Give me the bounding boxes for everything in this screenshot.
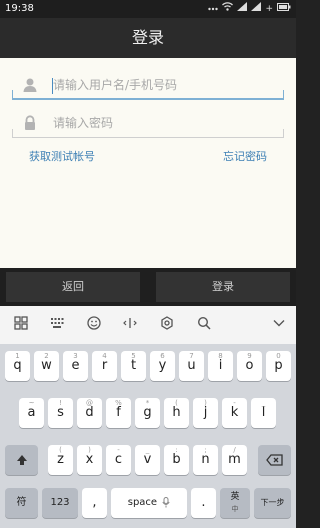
emoji-icon[interactable] [85, 316, 103, 334]
keyboard-toolbar [0, 306, 296, 344]
signal-icon [251, 2, 262, 15]
key-h[interactable]: (h [164, 398, 189, 428]
comma-key[interactable]: , [82, 488, 107, 518]
battery-charging-icon: + [265, 3, 273, 14]
space-key[interactable]: space [111, 488, 187, 518]
more-icon [208, 3, 219, 15]
key-n[interactable]: ; n [193, 445, 218, 475]
password-input[interactable] [53, 112, 273, 134]
wifi-icon [222, 2, 234, 15]
grid-icon[interactable] [12, 316, 30, 334]
key-f[interactable]: % f [106, 398, 131, 428]
status-icons: + [208, 2, 291, 15]
signal-icon [237, 2, 248, 15]
page-title: 登录 [0, 18, 296, 58]
key-k[interactable]: -k [222, 398, 247, 428]
field-border-tick [12, 129, 13, 137]
key-u[interactable]: 7u [179, 351, 204, 381]
key-j[interactable]: ) j [193, 398, 218, 428]
key-e[interactable]: 3e [63, 351, 88, 381]
cursor-icon[interactable] [121, 316, 139, 334]
numeric-key[interactable]: 123 [42, 488, 78, 518]
backspace-key[interactable] [258, 445, 291, 475]
lock-icon [22, 115, 38, 131]
key-v[interactable]: _ v [135, 445, 160, 475]
symbol-key[interactable]: 符 [5, 488, 38, 518]
key-d[interactable]: @ d [77, 398, 102, 428]
status-time: 19:38 [5, 3, 34, 14]
microphone-icon [160, 496, 170, 508]
bottom-button-bar: 返回 登录 [0, 268, 296, 306]
field-border-tick [12, 90, 13, 98]
key-r[interactable]: 4r [92, 351, 117, 381]
field-border-tick [283, 129, 284, 137]
shift-key[interactable] [5, 445, 38, 475]
back-button[interactable]: 返回 [6, 272, 140, 302]
key-m[interactable]: / m [222, 445, 247, 475]
shift-arrow-icon [15, 452, 29, 467]
login-button[interactable]: 登录 [156, 272, 290, 302]
login-form: 获取测试帐号 忘记密码 [0, 58, 296, 268]
language-switch-key[interactable]: 英 中 [220, 488, 250, 518]
key-z[interactable]: (z [48, 445, 73, 475]
key-g[interactable]: * g [135, 398, 160, 428]
user-icon [22, 77, 38, 93]
key-b[interactable]: :b [164, 445, 189, 475]
battery-icon [277, 2, 291, 15]
settings-icon[interactable] [158, 316, 176, 334]
soft-keyboard: 1q 2w 3e 4r 5t 6y 7u 8i 9o 0p ~ a ! s @ d %… [0, 306, 296, 528]
field-border-tick [283, 90, 284, 98]
get-test-account-link[interactable]: 获取测试帐号 [29, 148, 95, 164]
period-key[interactable]: . [191, 488, 216, 518]
key-i[interactable]: 8i [208, 351, 233, 381]
key-p[interactable]: 0p [266, 351, 291, 381]
password-field[interactable] [12, 108, 284, 138]
collapse-icon[interactable] [270, 316, 288, 334]
key-q[interactable]: 1q [5, 351, 30, 381]
username-input[interactable] [53, 74, 273, 96]
key-l[interactable]: _ l [251, 398, 276, 428]
search-icon[interactable] [195, 316, 213, 334]
key-y[interactable]: 6y [150, 351, 175, 381]
key-x[interactable]: ) x [77, 445, 102, 475]
next-key[interactable]: 下一步 [254, 488, 291, 518]
backspace-icon [265, 452, 284, 467]
key-s[interactable]: ! s [48, 398, 73, 428]
key-w[interactable]: 2w [34, 351, 59, 381]
username-field[interactable] [12, 70, 284, 100]
key-a[interactable]: ~ a [19, 398, 44, 428]
key-o[interactable]: 9o [237, 351, 262, 381]
status-bar: 19:38 + [0, 0, 296, 18]
forgot-password-link[interactable]: 忘记密码 [223, 148, 267, 164]
dots-grid-icon[interactable] [48, 316, 66, 334]
key-t[interactable]: 5t [121, 351, 146, 381]
key-c[interactable]: -c [106, 445, 131, 475]
